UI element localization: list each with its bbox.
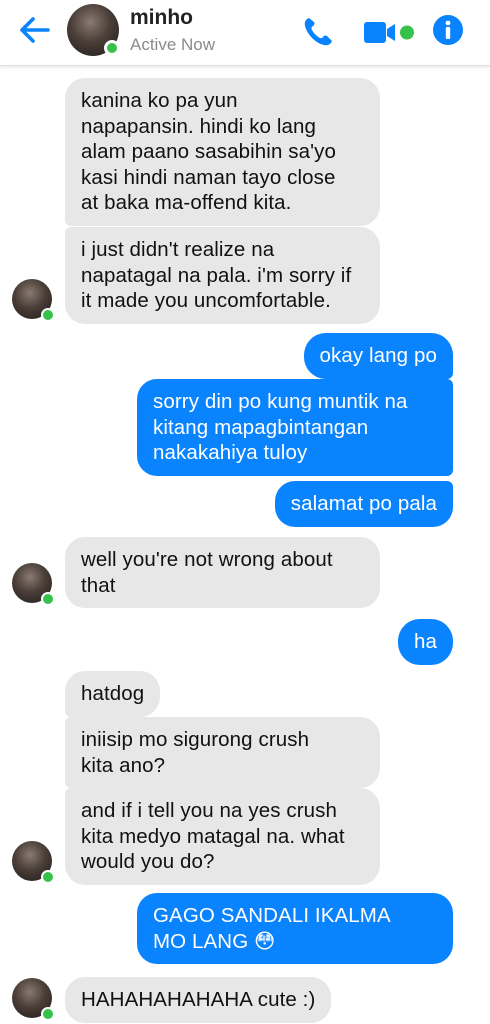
sender-avatar bbox=[12, 978, 55, 1021]
active-status: Active Now bbox=[130, 35, 216, 54]
incoming-message[interactable]: i just didn't realize na napatagal na pa… bbox=[65, 227, 380, 324]
online-status-dot bbox=[41, 592, 55, 606]
online-status-dot bbox=[104, 40, 120, 56]
incoming-message[interactable]: iniisip mo sigurong crush kita ano? bbox=[65, 717, 380, 788]
chat-header: minho Active Now bbox=[0, 0, 490, 66]
incoming-message[interactable]: hatdog bbox=[65, 671, 161, 717]
online-status-dot bbox=[41, 308, 55, 322]
incoming-message[interactable]: HAHAHAHAHAHA cute :) bbox=[65, 977, 332, 1023]
outgoing-message[interactable]: okay lang po bbox=[303, 333, 453, 379]
contact-name[interactable]: minho bbox=[130, 6, 193, 30]
outgoing-message[interactable]: sorry din po kung muntik na kitang mapag… bbox=[137, 379, 453, 476]
phone-call-icon[interactable] bbox=[300, 14, 336, 50]
outgoing-message[interactable]: salamat po pala bbox=[274, 481, 453, 527]
back-arrow-icon[interactable] bbox=[14, 12, 54, 48]
sender-avatar bbox=[12, 841, 55, 884]
outgoing-message[interactable]: ha bbox=[397, 619, 453, 665]
incoming-message[interactable]: kanina ko pa yun napapansin. hindi ko la… bbox=[65, 78, 380, 226]
sender-avatar bbox=[12, 563, 55, 606]
info-icon[interactable] bbox=[432, 14, 464, 46]
sender-avatar bbox=[12, 279, 55, 322]
video-call-icon[interactable] bbox=[362, 14, 418, 50]
outgoing-message[interactable]: GAGO SANDALI IKALMA MO LANG 😳 bbox=[137, 893, 453, 964]
online-status-dot bbox=[41, 1007, 55, 1021]
incoming-message[interactable]: and if i tell you na yes crush kita medy… bbox=[65, 788, 380, 885]
online-status-dot bbox=[41, 870, 55, 884]
contact-avatar[interactable] bbox=[67, 4, 120, 56]
incoming-message[interactable]: well you're not wrong about that bbox=[65, 537, 380, 608]
